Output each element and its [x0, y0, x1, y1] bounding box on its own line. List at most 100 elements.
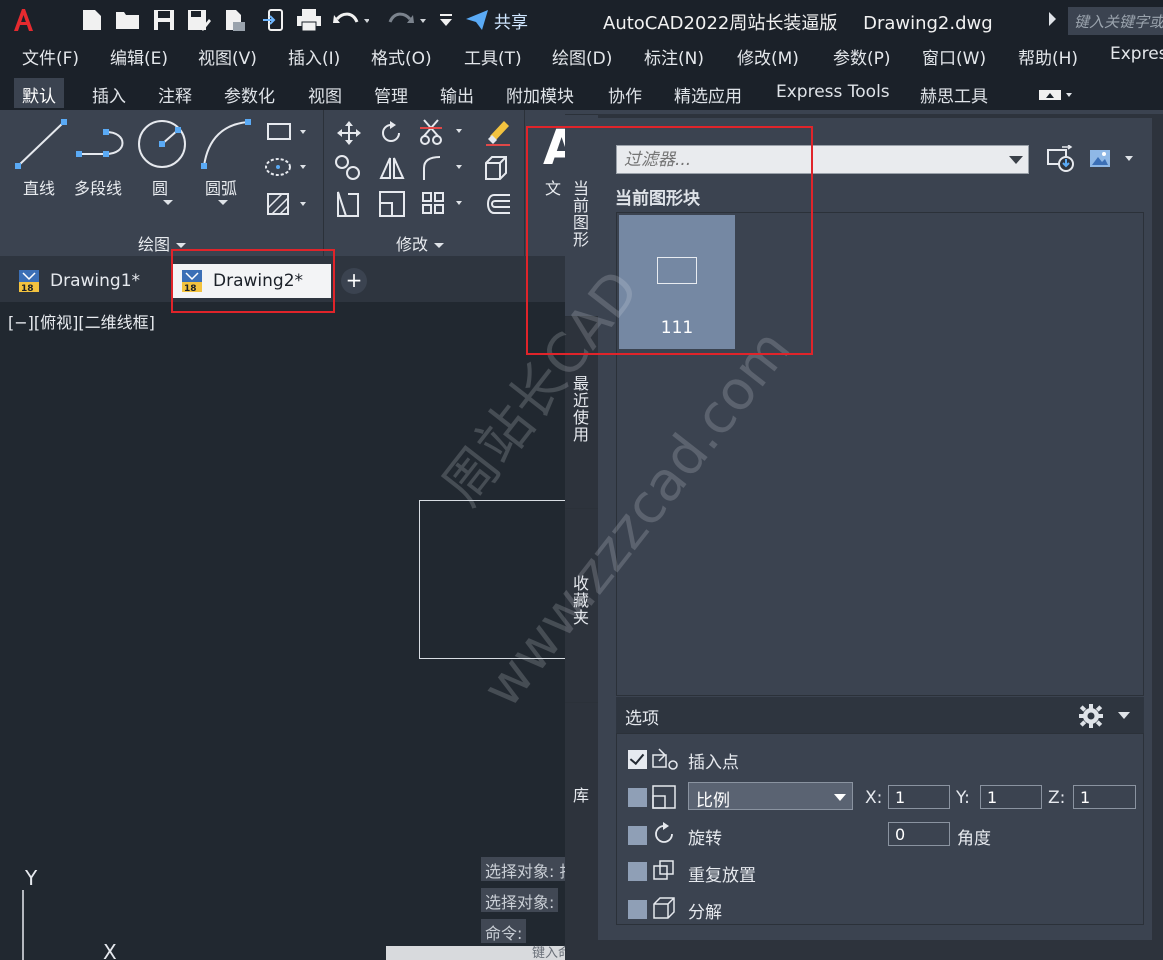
palette-tab-recent-label: 最近使用 [570, 375, 589, 443]
3d-box-icon[interactable] [482, 154, 510, 187]
app-title-text: AutoCAD2022周站长装逼版 [603, 13, 838, 34]
scale-mode-select[interactable]: 比例 [688, 782, 853, 811]
tab-hesi-tools[interactable]: 赫思工具 [912, 78, 996, 108]
array-tool-icon[interactable] [420, 190, 468, 223]
menu-express[interactable]: Express [1110, 44, 1163, 64]
publish-icon[interactable] [222, 7, 248, 33]
tab-annotate[interactable]: 注释 [150, 78, 200, 108]
share-button[interactable]: 共享 [465, 7, 547, 33]
menu-modify[interactable]: 修改(M) [737, 44, 799, 69]
scale-checkbox[interactable] [628, 788, 647, 807]
menu-window[interactable]: 窗口(W) [922, 44, 986, 69]
new-tab-button[interactable]: + [341, 268, 367, 294]
tab-collaborate[interactable]: 协作 [600, 78, 650, 108]
modify-group-caret-icon [434, 243, 445, 248]
share-label: 共享 [494, 12, 528, 33]
line-tool-label[interactable]: 直线 [23, 175, 55, 199]
file-tab-drawing1[interactable]: 18 Drawing1* [8, 264, 166, 298]
menu-insert[interactable]: 插入(I) [288, 44, 340, 69]
chevron-down-icon[interactable] [1118, 712, 1130, 719]
customize-quick-access-icon[interactable] [437, 7, 455, 33]
scale-y-input[interactable] [980, 785, 1042, 809]
hatch-tool-icon[interactable] [266, 192, 312, 221]
fillet-tool-icon[interactable] [420, 154, 468, 187]
circle-tool-icon[interactable] [136, 118, 188, 175]
ribbon-minimize-icon[interactable] [1038, 87, 1074, 103]
rotate-checkbox[interactable] [628, 826, 647, 845]
command-prompt: 命令: [481, 919, 527, 943]
import-blocks-icon[interactable] [1046, 144, 1076, 178]
save-as-icon[interactable] [186, 7, 212, 33]
tab-featured-apps[interactable]: 精选应用 [666, 78, 750, 108]
chevron-down-icon[interactable] [1009, 156, 1023, 164]
menu-file[interactable]: 文件(F) [22, 44, 79, 69]
viewport-controls[interactable]: [−][俯视][二维线框] [8, 309, 155, 333]
ribbon-tab-bar: 默认 插入 注释 参数化 视图 管理 输出 附加模块 协作 精选应用 Expre… [0, 72, 1163, 110]
menu-draw[interactable]: 绘图(D) [552, 44, 612, 69]
new-file-icon[interactable] [80, 7, 104, 33]
tab-manage[interactable]: 管理 [366, 78, 416, 108]
tab-addins[interactable]: 附加模块 [498, 78, 582, 108]
circle-dropdown-icon[interactable] [163, 200, 173, 205]
tab-insert[interactable]: 插入 [84, 78, 134, 108]
menu-tools[interactable]: 工具(T) [464, 44, 522, 69]
palette-tab-library[interactable] [565, 702, 598, 940]
highlight-box-drawing2-tab [171, 249, 335, 313]
copy-tool-icon[interactable] [334, 154, 362, 187]
menu-format[interactable]: 格式(O) [371, 44, 432, 69]
tab-output[interactable]: 输出 [432, 78, 482, 108]
explode-checkbox[interactable] [628, 900, 647, 919]
polyline-tool-label[interactable]: 多段线 [74, 175, 122, 199]
repeat-placement-checkbox[interactable] [628, 862, 647, 881]
ucs-x-label: X [103, 940, 117, 960]
erase-tool-icon[interactable] [484, 118, 512, 151]
drawn-rectangle[interactable] [419, 500, 579, 659]
arc-dropdown-icon[interactable] [218, 200, 228, 205]
offset-tool-icon[interactable] [482, 192, 512, 221]
menu-dimension[interactable]: 标注(N) [644, 44, 704, 69]
menu-edit[interactable]: 编辑(E) [110, 44, 168, 69]
modify-group-text: 修改 [396, 235, 429, 254]
arc-tool-label[interactable]: 圆弧 [205, 175, 237, 199]
scale-tool-icon[interactable] [378, 190, 406, 223]
rotate-tool-icon[interactable] [378, 120, 404, 151]
menu-parametric[interactable]: 参数(P) [833, 44, 891, 69]
ribbon-separator [524, 110, 525, 256]
arc-tool-icon[interactable] [200, 118, 252, 175]
stretch-tool-icon[interactable] [334, 190, 362, 223]
modify-group-label[interactable]: 修改 [396, 231, 445, 255]
trim-tool-icon[interactable] [420, 118, 468, 151]
menu-view[interactable]: 视图(V) [198, 44, 257, 69]
search-input[interactable]: 键入关键字或短语 [1068, 7, 1163, 35]
print-icon[interactable] [295, 7, 323, 33]
ellipse-tool-icon[interactable] [264, 156, 312, 183]
line-tool-icon[interactable] [14, 118, 68, 177]
redo-icon[interactable] [385, 7, 429, 33]
repeat-placement-label: 重复放置 [688, 866, 756, 886]
gear-icon[interactable] [1078, 703, 1104, 734]
svg-text:18: 18 [21, 284, 34, 293]
rotate-angle-input[interactable] [888, 822, 950, 846]
undo-icon[interactable] [332, 7, 370, 33]
polyline-tool-icon[interactable] [76, 128, 126, 173]
expand-arrow-icon[interactable] [1049, 12, 1056, 26]
circle-tool-label[interactable]: 圆 [152, 175, 168, 199]
options-header[interactable]: 选项 [616, 697, 1144, 733]
autocad-logo-icon[interactable] [10, 7, 36, 33]
mirror-tool-icon[interactable] [378, 154, 406, 187]
insert-point-checkbox[interactable] [628, 750, 647, 769]
thumbnail-view-icon[interactable] [1089, 147, 1139, 176]
scale-x-label: X: [865, 788, 883, 808]
menu-help[interactable]: 帮助(H) [1018, 44, 1078, 69]
move-tool-icon[interactable] [336, 120, 362, 151]
tab-express-tools[interactable]: Express Tools [768, 78, 898, 108]
tab-parametric[interactable]: 参数化 [216, 78, 283, 108]
scale-z-input[interactable] [1073, 785, 1136, 809]
tab-default[interactable]: 默认 [14, 78, 64, 108]
import-icon[interactable] [260, 7, 286, 33]
tab-view[interactable]: 视图 [300, 78, 350, 108]
scale-x-input[interactable] [888, 785, 950, 809]
open-folder-icon[interactable] [114, 7, 142, 33]
rectangle-tool-icon[interactable] [266, 122, 312, 147]
save-icon[interactable] [152, 7, 176, 33]
